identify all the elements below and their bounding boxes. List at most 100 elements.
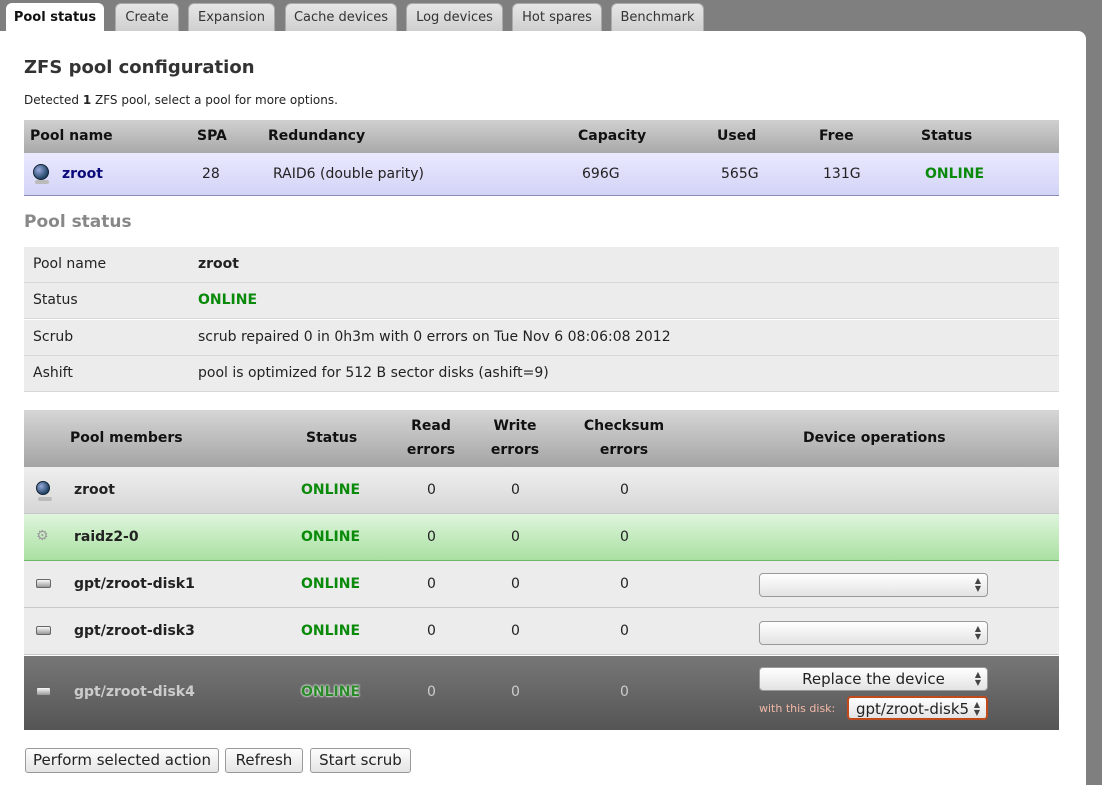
member-row-zroot: zroot ONLINE 0 0 0 <box>24 467 1059 514</box>
member-name: gpt/zroot-disk4 <box>74 684 195 700</box>
tab-cache-devices[interactable]: Cache devices <box>285 3 397 31</box>
member-status: ONLINE <box>301 529 361 545</box>
pool-row-zroot[interactable]: zroot 28 RAID6 (double parity) 696G 565G… <box>24 153 1059 196</box>
status-key: Status <box>33 292 78 308</box>
member-read-errors: 0 <box>427 684 436 700</box>
member-name: gpt/zroot-disk3 <box>74 623 195 639</box>
chevron-updown-icon: ▲ ▼ <box>974 670 981 687</box>
tab-pool-status[interactable]: Pool status <box>6 3 104 33</box>
member-read-errors: 0 <box>427 529 436 545</box>
col-capacity: Capacity <box>578 128 647 144</box>
member-write-errors: 0 <box>511 529 520 545</box>
pool-status-heading: Pool status <box>24 212 132 232</box>
col-read-sub: errors <box>406 442 456 458</box>
tab-benchmark[interactable]: Benchmark <box>611 3 704 31</box>
members-table-header: Pool members Status Read errors Write erro… <box>24 410 1059 467</box>
pool-name-link[interactable]: zroot <box>62 166 103 182</box>
select-value: Replace the device <box>802 670 945 688</box>
member-status: ONLINE <box>301 623 361 639</box>
col-device-operations: Device operations <box>803 430 946 446</box>
pool-spa: 28 <box>202 166 220 182</box>
member-checksum-errors: 0 <box>620 623 629 639</box>
col-member-status: Status <box>306 430 358 446</box>
device-operation-select[interactable]: ▲ ▼ <box>759 621 988 645</box>
member-checksum-errors: 0 <box>620 576 629 592</box>
member-checksum-errors: 0 <box>620 684 629 700</box>
col-pool-members: Pool members <box>70 430 183 446</box>
status-value: zroot <box>198 256 239 272</box>
with-disk-label: with this disk: <box>759 702 836 715</box>
member-name: gpt/zroot-disk1 <box>74 576 195 592</box>
col-status: Status <box>921 128 973 144</box>
tab-expansion[interactable]: Expansion <box>188 3 275 31</box>
disk-icon <box>36 626 51 635</box>
page-title: ZFS pool configuration <box>24 57 255 78</box>
tab-create[interactable]: Create <box>115 3 179 31</box>
status-key: Ashift <box>33 365 73 381</box>
col-read-label: Read <box>411 418 451 434</box>
chevron-updown-icon: ▲ ▼ <box>974 576 981 593</box>
member-checksum-errors: 0 <box>620 529 629 545</box>
col-checksum-sub: errors <box>599 442 649 458</box>
pool-capacity: 696G <box>582 166 620 182</box>
tab-hot-spares[interactable]: Hot spares <box>512 3 602 31</box>
select-value: gpt/zroot-disk5 <box>856 700 970 718</box>
chevron-updown-icon: ▲ ▼ <box>973 700 980 717</box>
chevron-updown-icon: ▲ ▼ <box>974 624 981 641</box>
disk-icon <box>36 687 51 696</box>
pool-globe-icon <box>36 481 52 501</box>
perform-action-button[interactable]: Perform selected action <box>25 748 219 773</box>
member-row-disk4: gpt/zroot-disk4 ONLINE 0 0 0 Replace the… <box>24 656 1059 730</box>
tab-log-devices[interactable]: Log devices <box>406 3 503 31</box>
member-read-errors: 0 <box>427 482 436 498</box>
member-row-disk3: gpt/zroot-disk3 ONLINE 0 0 0 ▲ ▼ <box>24 608 1059 655</box>
member-write-errors: 0 <box>511 482 520 498</box>
replacement-disk-select[interactable]: gpt/zroot-disk5 ▲ ▼ <box>847 696 988 720</box>
status-row-scrub: Scrub scrub repaired 0 in 0h3m with 0 er… <box>24 320 1059 356</box>
refresh-button[interactable]: Refresh <box>225 748 303 773</box>
col-pool-name: Pool name <box>30 128 113 144</box>
member-name: raidz2-0 <box>74 529 139 545</box>
member-row-disk1: gpt/zroot-disk1 ONLINE 0 0 0 ▲ ▼ <box>24 561 1059 608</box>
start-scrub-button[interactable]: Start scrub <box>310 748 411 773</box>
col-checksum-label: Checksum <box>583 418 665 434</box>
status-value: pool is optimized for 512 B sector disks… <box>198 365 549 381</box>
pool-used: 565G <box>721 166 759 182</box>
pool-free: 131G <box>823 166 861 182</box>
status-value: ONLINE <box>198 292 258 308</box>
detected-text: Detected 1 ZFS pool, select a pool for m… <box>24 93 338 107</box>
status-row-pool-name: Pool name zroot <box>24 247 1059 283</box>
status-value: scrub repaired 0 in 0h3m with 0 errors o… <box>198 329 671 345</box>
col-free: Free <box>819 128 854 144</box>
pool-redundancy: RAID6 (double parity) <box>273 166 424 182</box>
pool-table-header: Pool name SPA Redundancy Capacity Used F… <box>24 120 1059 153</box>
detected-count: 1 <box>82 93 92 107</box>
pool-globe-icon <box>33 164 49 184</box>
member-checksum-errors: 0 <box>620 482 629 498</box>
member-write-errors: 0 <box>511 576 520 592</box>
status-row-ashift: Ashift pool is optimized for 512 B secto… <box>24 356 1059 392</box>
status-row-status: Status ONLINE <box>24 283 1059 319</box>
member-status: ONLINE <box>301 576 361 592</box>
member-row-raidz2-0: ⚙ raidz2-0 ONLINE 0 0 0 <box>24 514 1059 561</box>
member-status: ONLINE <box>301 684 361 700</box>
gear-icon: ⚙ <box>36 528 49 544</box>
pool-status-badge: ONLINE <box>925 166 985 182</box>
col-write-sub: errors <box>490 442 540 458</box>
col-write-errors: Write errors <box>490 414 540 462</box>
col-read-errors: Read errors <box>406 414 456 462</box>
device-operation-select[interactable]: Replace the device ▲ ▼ <box>759 667 988 691</box>
member-write-errors: 0 <box>511 623 520 639</box>
col-spa: SPA <box>197 128 227 144</box>
member-read-errors: 0 <box>427 576 436 592</box>
member-name: zroot <box>74 482 115 498</box>
device-operation-select[interactable]: ▲ ▼ <box>759 573 988 597</box>
detected-suffix: ZFS pool, select a pool for more options… <box>91 93 338 107</box>
status-key: Scrub <box>33 329 74 345</box>
member-read-errors: 0 <box>427 623 436 639</box>
status-key: Pool name <box>33 256 107 272</box>
col-checksum-errors: Checksum errors <box>582 414 666 462</box>
col-write-label: Write <box>493 418 537 434</box>
member-status: ONLINE <box>301 482 361 498</box>
disk-icon <box>36 579 51 588</box>
